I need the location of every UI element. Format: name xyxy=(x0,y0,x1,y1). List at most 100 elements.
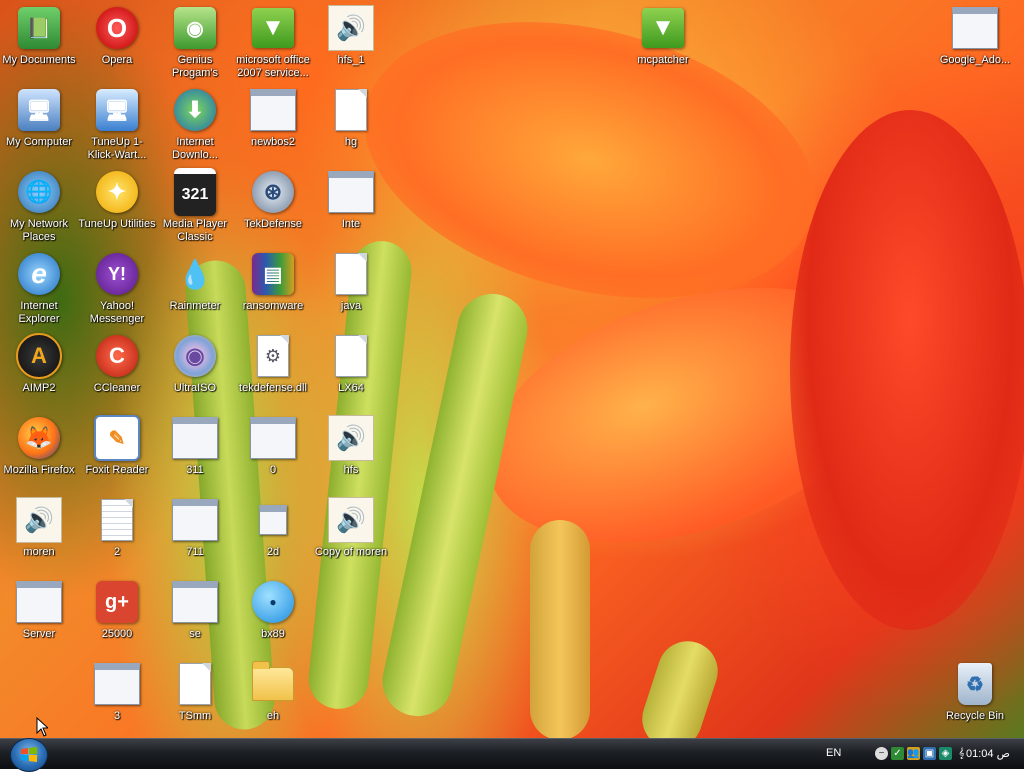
desktop-icon-711[interactable]: 711 xyxy=(156,496,234,559)
desktop-icon-tekdefense-dll[interactable]: ⚙ tekdefense.dll xyxy=(234,332,312,395)
desktop-icon-tsmm[interactable]: TSmm xyxy=(156,660,234,723)
text-document-icon xyxy=(101,499,133,541)
recycle-bin-icon: ♻ xyxy=(958,663,992,705)
tuneup-icon: 🖥 xyxy=(96,89,138,131)
desktop-icon-311[interactable]: 311 xyxy=(156,414,234,477)
window-icon xyxy=(16,581,62,623)
desktop-icon-eh[interactable]: eh xyxy=(234,660,312,723)
rainmeter-icon: 💧 xyxy=(177,258,213,290)
mouse-cursor-icon xyxy=(36,717,48,737)
icon-label: Internet Explorer xyxy=(18,300,60,325)
icon-label: Opera xyxy=(101,54,133,66)
desktop-icon-my-computer[interactable]: 🖥 My Computer xyxy=(0,86,78,149)
desktop-icon-genius-programs[interactable]: ◉ Genius Progam's xyxy=(156,4,234,80)
icon-label: AIMP2 xyxy=(22,382,56,394)
icon-label: 2 xyxy=(113,546,121,558)
icon-label: moren xyxy=(23,546,55,558)
desktop-icon-ccleaner[interactable]: C CCleaner xyxy=(78,332,156,395)
icon-label: TSmm xyxy=(178,710,212,722)
desktop-icon-3[interactable]: 3 xyxy=(78,660,156,723)
icon-label: My Network Places xyxy=(9,218,69,243)
icon-label: UltraISO xyxy=(173,382,217,394)
icon-label: hfs xyxy=(343,464,359,476)
internet-download-manager-icon: ⬇ xyxy=(174,89,216,131)
speaker-icon: 🔊 xyxy=(328,5,374,51)
google-plus-icon: g+ xyxy=(96,581,138,623)
desktop-icon-2d[interactable]: 2d xyxy=(234,496,312,559)
icon-label: Copy of moren xyxy=(314,546,388,558)
icon-label: Rainmeter xyxy=(169,300,221,312)
desktop-icon-google-ado[interactable]: Google_Ado... xyxy=(936,4,1014,67)
desktop-icon-ms-office-service[interactable]: ▼ microsoft office 2007 service... xyxy=(234,4,312,80)
icon-label: eh xyxy=(266,710,280,722)
desktop-icon-foxit-reader[interactable]: ✎ Foxit Reader xyxy=(78,414,156,477)
icon-label: tekdefense.dll xyxy=(239,382,307,394)
desktop-icon-rainmeter[interactable]: 💧 Rainmeter xyxy=(156,250,234,313)
security-icon[interactable]: ◈ xyxy=(939,747,952,760)
minus-circle-icon[interactable]: − xyxy=(875,747,888,760)
desktop-icon-aimp2[interactable]: A AIMP2 xyxy=(0,332,78,395)
desktop-icon-media-player-classic[interactable]: 321 Media Player Classic xyxy=(156,168,234,244)
desktop-icon-tuneup-utilities[interactable]: ✦ TuneUp Utilities xyxy=(78,168,156,231)
desktop-icon-opera[interactable]: O Opera xyxy=(78,4,156,67)
window-icon xyxy=(328,171,374,213)
desktop-icon-newbos2[interactable]: newbos2 xyxy=(234,86,312,149)
network-icon[interactable]: ▣ xyxy=(923,747,936,760)
window-icon xyxy=(952,7,998,49)
desktop-icon-mcpatcher[interactable]: ▼ mcpatcher xyxy=(624,4,702,67)
icon-label: Foxit Reader xyxy=(85,464,149,476)
document-icon xyxy=(179,663,211,705)
desktop-icon-my-documents[interactable]: 📗 My Documents xyxy=(0,4,78,67)
window-icon xyxy=(250,417,296,459)
window-icon xyxy=(94,663,140,705)
desktop-icon-yahoo-messenger[interactable]: Y! Yahoo! Messenger xyxy=(78,250,156,326)
icon-label: Recycle Bin xyxy=(945,710,1005,722)
window-icon xyxy=(250,89,296,131)
desktop-icon-hg[interactable]: hg xyxy=(312,86,390,149)
desktop-icon-inte[interactable]: Inte xyxy=(312,168,390,231)
desktop-icon-my-network[interactable]: 🌐 My Network Places xyxy=(0,168,78,244)
language-indicator[interactable]: EN xyxy=(826,747,841,759)
desktop-icon-25000[interactable]: g+ 25000 xyxy=(78,578,156,641)
desktop-icon-tekdefense[interactable]: ⊛ TekDefense xyxy=(234,168,312,231)
desktop-icon-lx64[interactable]: LX64 xyxy=(312,332,390,395)
desktop-icon-copy-of-moren[interactable]: 🔊 Copy of moren xyxy=(312,496,390,559)
desktop-icon-java[interactable]: java xyxy=(312,250,390,313)
desktop-icon-recycle-bin[interactable]: ♻ Recycle Bin xyxy=(936,660,1014,723)
clock[interactable]: 01:04 ص xyxy=(966,747,1010,760)
start-button[interactable] xyxy=(10,738,48,772)
icon-label: 3 xyxy=(113,710,121,722)
desktop-icon-internet-download[interactable]: ⬇ Internet Downlo... xyxy=(156,86,234,162)
desktop-icon-server[interactable]: Server xyxy=(0,578,78,641)
media-player-icon: 321 xyxy=(174,168,216,216)
opera-icon: O xyxy=(96,7,138,49)
desktop-icon-ransomware[interactable]: ▤ ransomware xyxy=(234,250,312,313)
desktop-icon-0[interactable]: 0 xyxy=(234,414,312,477)
icon-label: CCleaner xyxy=(93,382,141,394)
desktop-icon-internet-explorer[interactable]: e Internet Explorer xyxy=(0,250,78,326)
icon-label: Internet Downlo... xyxy=(172,136,218,161)
icon-label: TuneUp Utilities xyxy=(78,218,156,230)
my-documents-icon: 📗 xyxy=(18,7,60,49)
icon-label: ransomware xyxy=(242,300,304,312)
desktop-icon-hfs-1[interactable]: 🔊 hfs_1 xyxy=(312,4,390,67)
desktop-icon-hfs[interactable]: 🔊 hfs xyxy=(312,414,390,477)
desktop-icon-firefox[interactable]: 🦊 Mozilla Firefox xyxy=(0,414,78,477)
desktop-icon-tuneup-1klick[interactable]: 🖥 TuneUp 1-Klick-Wart... xyxy=(78,86,156,162)
icon-label: Inte xyxy=(341,218,361,230)
dll-icon: ⚙ xyxy=(257,335,289,377)
shield-check-icon[interactable]: ✓ xyxy=(891,747,904,760)
desktop-icon-ultraiso[interactable]: ◉ UltraISO xyxy=(156,332,234,395)
desktop-icon-se[interactable]: se xyxy=(156,578,234,641)
package-icon: ▼ xyxy=(642,8,684,48)
desktop[interactable]: 📗 My Documents 🖥 My Computer 🌐 My Networ… xyxy=(0,0,1024,738)
document-icon xyxy=(335,253,367,295)
icon-label: My Computer xyxy=(5,136,73,148)
aimp-icon: A xyxy=(16,333,62,379)
icon-label: Genius Progam's xyxy=(171,54,219,79)
users-icon[interactable]: 👥 xyxy=(907,747,920,760)
desktop-icon-2[interactable]: 2 xyxy=(78,496,156,559)
desktop-icon-bx89[interactable]: ● bx89 xyxy=(234,578,312,641)
window-icon xyxy=(172,417,218,459)
desktop-icon-moren[interactable]: 🔊 moren xyxy=(0,496,78,559)
